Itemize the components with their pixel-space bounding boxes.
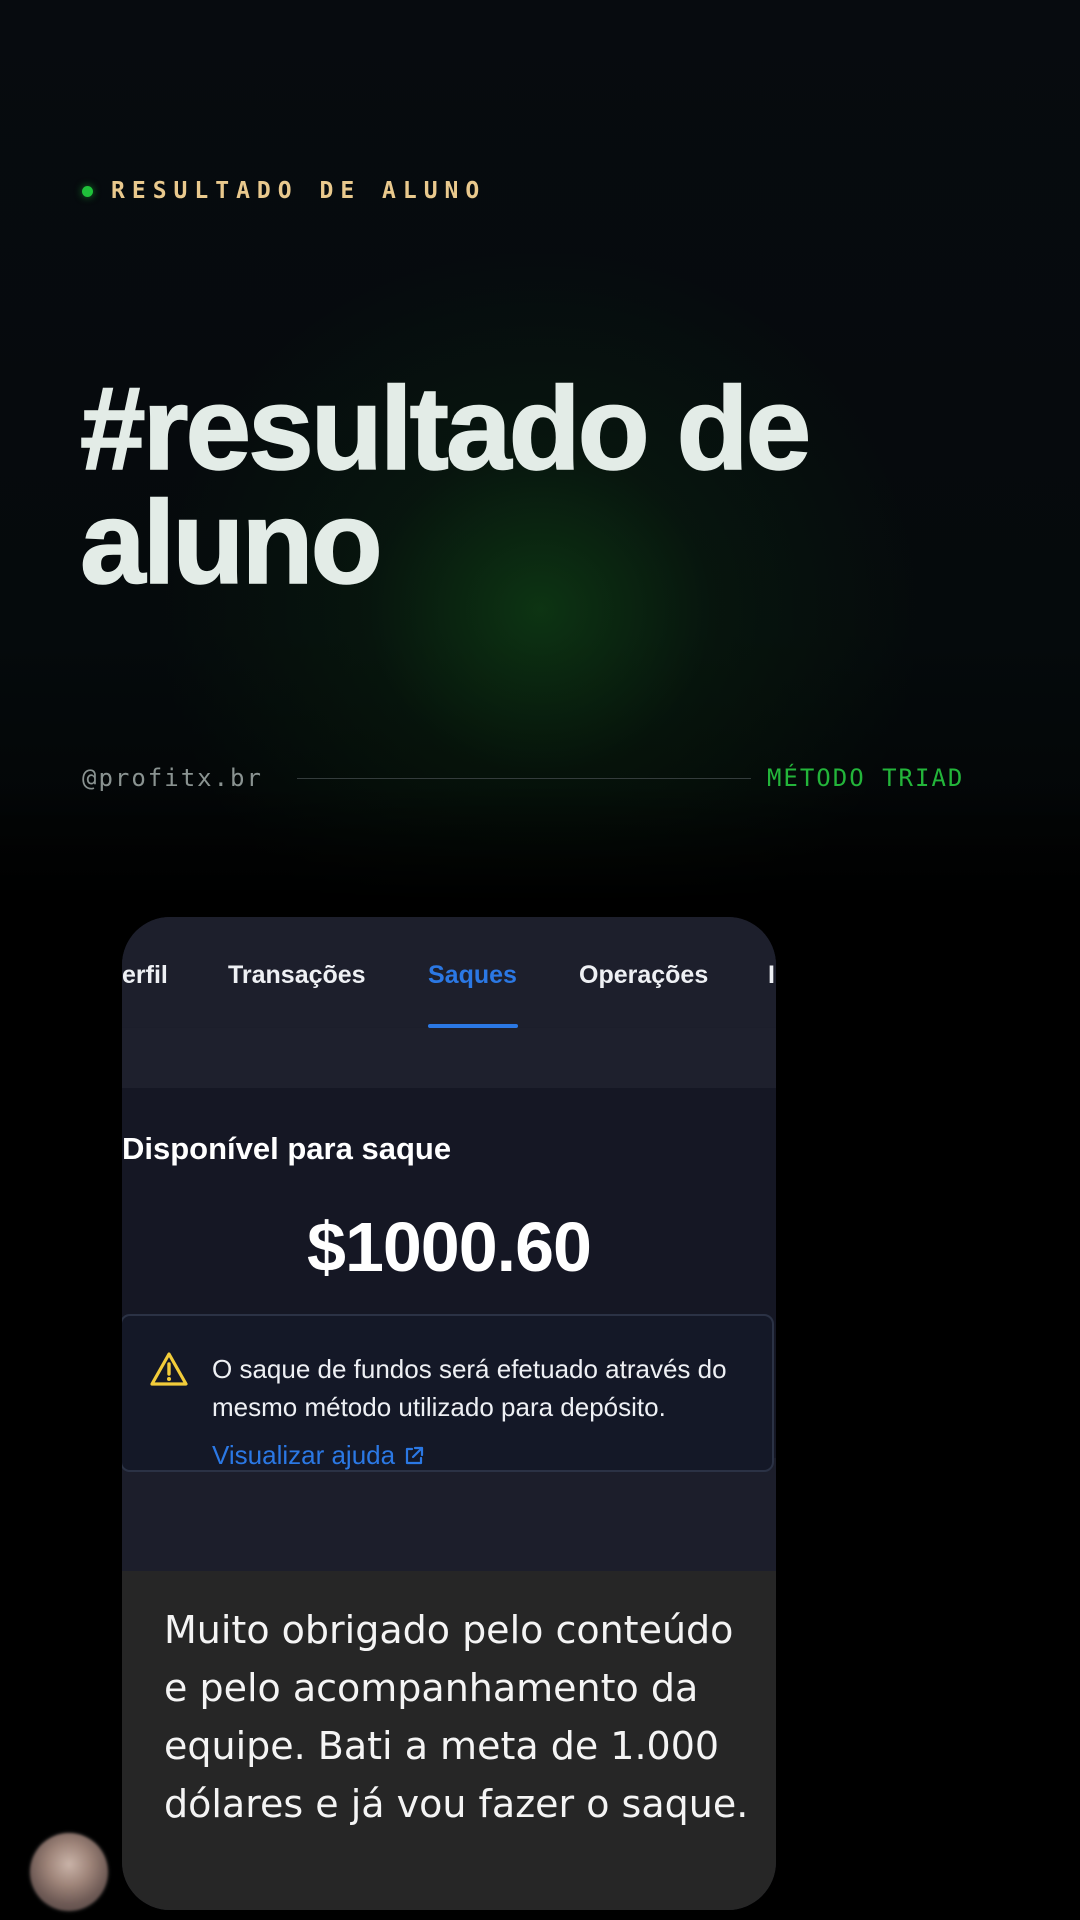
lower-strip [122,1472,776,1527]
profile-handle: @profitx.br [82,764,263,792]
tab-saques[interactable]: Saques [428,961,517,990]
method-label: MÉTODO TRIAD [766,764,965,792]
tab-operacoes[interactable]: Operações [579,961,708,990]
withdrawal-notice: O saque de fundos será efetuado através … [122,1314,774,1472]
handle-row: @profitx.br MÉTODO TRIAD [82,760,982,796]
status-dot-icon [82,185,93,197]
story-page: RESULTADO DE ALUNO #resultado de aluno @… [0,0,1080,1920]
external-link-icon[interactable] [403,1445,425,1467]
balance-label: Disponível para saque [122,1131,452,1166]
headline: #resultado de aluno [79,363,812,609]
withdrawal-screenshot-card: erfil Transações Saques Operações I Disp… [122,917,776,1910]
balance-amount: $1000.60 [307,1208,592,1286]
tab-gap [122,1028,776,1088]
tab-perfil[interactable]: erfil [122,961,168,990]
notice-text: O saque de fundos será efetuado através … [212,1354,727,1422]
header-section: RESULTADO DE ALUNO #resultado de aluno @… [0,0,1080,905]
eyebrow: RESULTADO DE ALUNO [82,178,486,204]
help-link-label[interactable]: Visualizar ajuda [212,1440,395,1471]
tab-bar: erfil Transações Saques Operações I [122,917,776,1028]
eyebrow-text: RESULTADO DE ALUNO [111,178,487,204]
student-message-text: Muito obrigado pelo conteúdo e pelo acom… [164,1608,749,1826]
tab-next-cutoff[interactable]: I [768,961,775,990]
help-link[interactable]: Visualizar ajuda [212,1440,425,1471]
tab-transacoes[interactable]: Transações [228,961,366,990]
warning-triangle-icon [150,1352,188,1386]
blurred-avatar [30,1833,108,1911]
student-message: Muito obrigado pelo conteúdo e pelo acom… [122,1571,776,1910]
divider [296,777,751,779]
